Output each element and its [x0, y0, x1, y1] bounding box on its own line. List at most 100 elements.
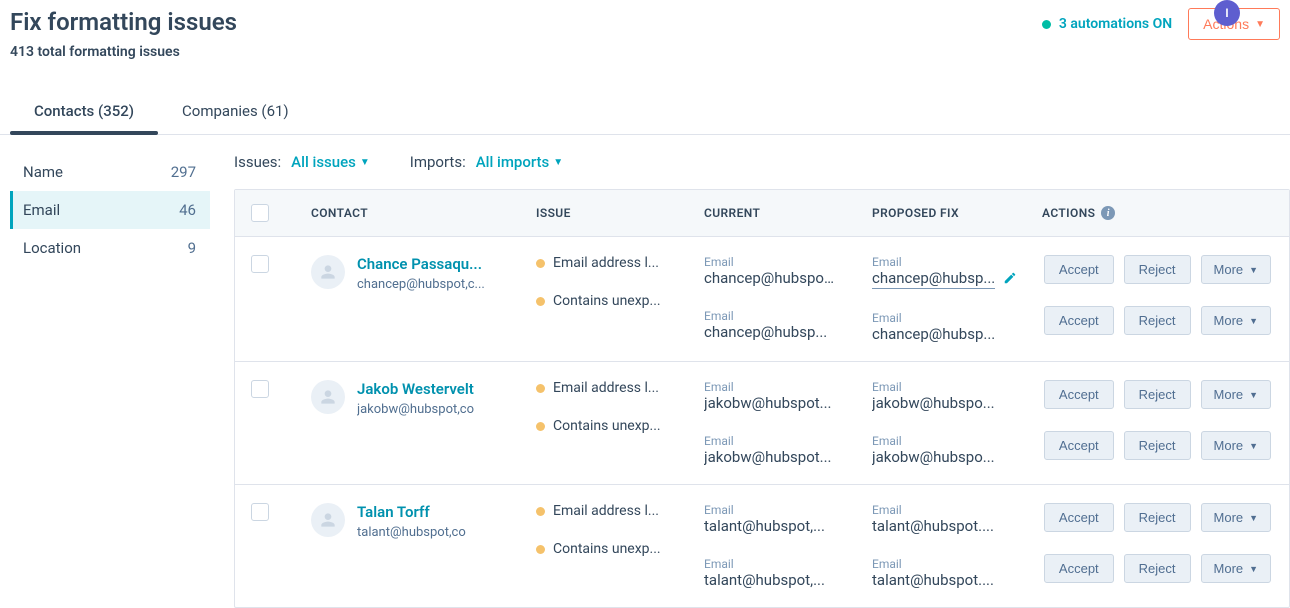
contact-info: Jakob Westerveltjakobw@hubspot,co: [357, 380, 474, 417]
col-contact-header: CONTACT: [311, 206, 536, 220]
sidebar-item-label: Email: [23, 201, 60, 219]
sidebar: Name 297 Email46Location9: [0, 135, 210, 608]
issue-cell: Email address l...Contains unexp...: [536, 503, 704, 589]
contact-email: chancep@hubspot,c...: [357, 277, 485, 292]
value-label: Email: [704, 557, 872, 571]
col-issue-header: ISSUE: [536, 206, 704, 220]
proposed-value: jakobw@hubspo...: [872, 448, 1002, 466]
page-subtitle: 413 total formatting issues: [10, 44, 237, 60]
more-label: More: [1214, 262, 1244, 277]
reject-button[interactable]: Reject: [1124, 554, 1191, 583]
info-icon[interactable]: i: [1101, 206, 1115, 220]
proposed-cell: Emailjakobw@hubspo...Emailjakobw@hubspo.…: [872, 380, 1042, 466]
col-actions-label: ACTIONS: [1042, 206, 1095, 220]
more-button[interactable]: More▼: [1201, 503, 1272, 532]
reject-button[interactable]: Reject: [1124, 431, 1191, 460]
warning-dot-icon: [536, 297, 545, 306]
issue-text: Email address l...: [553, 255, 659, 271]
select-all-checkbox[interactable]: [251, 204, 269, 222]
reject-button[interactable]: Reject: [1124, 306, 1191, 335]
value-label: Email: [872, 434, 1042, 448]
avatar-icon: [311, 255, 345, 289]
filter-imports-value[interactable]: All imports ▼: [476, 153, 563, 171]
status-dot-icon: [1042, 20, 1051, 29]
row-checkbox[interactable]: [251, 255, 269, 273]
sidebar-item-name[interactable]: Name 297: [10, 153, 210, 191]
accept-button[interactable]: Accept: [1044, 380, 1114, 409]
avatar-badge[interactable]: I: [1214, 0, 1240, 26]
warning-dot-icon: [536, 259, 545, 268]
page-title: Fix formatting issues: [10, 8, 237, 36]
sidebar-item-count: 297: [171, 163, 196, 181]
accept-button[interactable]: Accept: [1044, 431, 1114, 460]
reject-button[interactable]: Reject: [1124, 255, 1191, 284]
proposed-cell: Emailchancep@hubsp...Emailchancep@hubsp.…: [872, 255, 1042, 343]
more-button[interactable]: More ▼: [1201, 255, 1272, 284]
row-checkbox[interactable]: [251, 380, 269, 398]
reject-button[interactable]: Reject: [1124, 380, 1191, 409]
filter-issues-value[interactable]: All issues ▼: [291, 153, 370, 171]
filter-issues-text: All issues: [291, 153, 356, 171]
accept-button[interactable]: Accept: [1044, 255, 1114, 284]
warning-dot-icon: [536, 507, 545, 516]
accept-button[interactable]: Accept: [1044, 306, 1114, 335]
caret-down-icon: ▼: [1249, 441, 1258, 451]
value-block: Emailtalant@hubspot....: [872, 503, 1042, 535]
page-header: Fix formatting issues 413 total formatti…: [0, 0, 1290, 60]
value-label: Email: [704, 503, 872, 517]
proposed-value: chancep@hubsp...: [872, 325, 1002, 343]
button-row: Accept Reject More▼: [1044, 380, 1271, 409]
sidebar-item-location[interactable]: Location9: [10, 229, 210, 267]
current-cell: Emailtalant@hubspot,...Emailtalant@hubsp…: [704, 503, 872, 589]
issue-item: Contains unexp...: [536, 418, 704, 434]
caret-down-icon: ▼: [1249, 316, 1258, 326]
automations-status[interactable]: 3 automations ON: [1042, 16, 1172, 32]
issue-text: Email address l...: [553, 380, 659, 396]
accept-button[interactable]: Accept: [1044, 554, 1114, 583]
more-button[interactable]: More▼: [1201, 380, 1272, 409]
button-row: Accept Reject More ▼: [1044, 255, 1271, 284]
issue-item: Contains unexp...: [536, 541, 704, 557]
contact-name[interactable]: Jakob Westervelt: [357, 380, 474, 398]
more-button[interactable]: More▼: [1201, 554, 1272, 583]
more-label: More: [1214, 561, 1244, 576]
sidebar-item-count: 9: [188, 239, 196, 257]
value-label: Email: [704, 255, 872, 269]
contact-name[interactable]: Talan Torff: [357, 503, 466, 521]
row-checkbox-cell: [251, 255, 311, 343]
value-block: Emailchancep@hubspo...: [704, 255, 872, 287]
issue-text: Contains unexp...: [553, 541, 661, 557]
current-value: jakobw@hubspot...: [704, 394, 834, 412]
filter-issues-label: Issues:: [234, 153, 281, 171]
reject-button[interactable]: Reject: [1124, 503, 1191, 532]
proposed-value: talant@hubspot....: [872, 571, 1002, 589]
body: Name 297 Email46Location9 Issues: All issu…: [0, 135, 1290, 608]
header-right: I 3 automations ON Actions ▼: [1042, 8, 1280, 40]
contact-name[interactable]: Chance Passaqu...: [357, 255, 485, 273]
row-checkbox[interactable]: [251, 503, 269, 521]
tab-1[interactable]: Companies (61): [158, 88, 313, 134]
proposed-value[interactable]: chancep@hubsp...: [872, 269, 995, 289]
table-row: Talan Torfftalant@hubspot,coEmail addres…: [235, 485, 1289, 607]
value-label: Email: [872, 311, 1042, 325]
value-block: Emailjakobw@hubspot...: [704, 434, 872, 466]
caret-down-icon: ▼: [1249, 265, 1258, 275]
more-button[interactable]: More▼: [1201, 306, 1272, 335]
proposed-value: jakobw@hubspo...: [872, 394, 1002, 412]
avatar-icon: [311, 380, 345, 414]
issue-item: Email address l...: [536, 380, 704, 396]
more-button[interactable]: More▼: [1201, 431, 1272, 460]
accept-button[interactable]: Accept: [1044, 503, 1114, 532]
col-actions-header: ACTIONS i: [1042, 206, 1273, 220]
col-current-header: CURRENT: [704, 206, 872, 220]
proposed-value: talant@hubspot....: [872, 517, 1002, 535]
pencil-icon[interactable]: [1003, 270, 1017, 289]
more-label: More: [1214, 387, 1244, 402]
value-label: Email: [704, 434, 872, 448]
sidebar-item-email[interactable]: Email46: [10, 191, 210, 229]
tab-0[interactable]: Contacts (352): [10, 88, 158, 134]
sidebar-item-label: Name: [23, 163, 63, 181]
current-value: talant@hubspot,...: [704, 517, 834, 535]
table-header: CONTACT ISSUE CURRENT PROPOSED FIX ACTIO…: [235, 190, 1289, 237]
issue-item: Contains unexp...: [536, 293, 704, 309]
